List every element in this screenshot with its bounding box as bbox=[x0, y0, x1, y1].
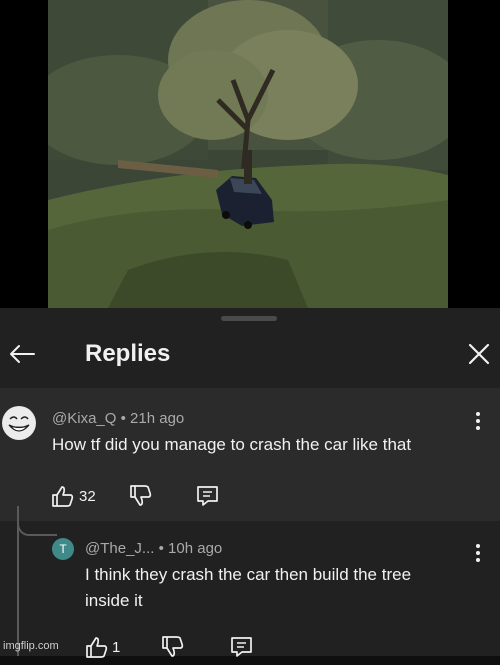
close-icon bbox=[468, 343, 490, 365]
parent-comment: @Kixa_Q • 21h ago How tf did you manage … bbox=[0, 388, 500, 521]
reply-more-button[interactable] bbox=[470, 542, 486, 564]
meta-separator: • bbox=[120, 410, 126, 427]
replies-header: Replies bbox=[0, 326, 500, 384]
reply-text-line: inside it bbox=[85, 591, 143, 610]
video-area[interactable] bbox=[0, 0, 500, 308]
reply-text: I think they crash the car then build th… bbox=[85, 562, 411, 614]
troll-face-avatar-icon bbox=[3, 407, 35, 439]
thumbs-down-icon bbox=[162, 636, 184, 657]
back-arrow-icon bbox=[10, 345, 35, 363]
video-thumbnail[interactable] bbox=[48, 0, 448, 308]
reply-time: 10h ago bbox=[168, 540, 223, 557]
drag-handle[interactable] bbox=[221, 316, 277, 321]
more-dot bbox=[476, 558, 480, 562]
reply-dislike-button[interactable] bbox=[160, 634, 186, 660]
meta-separator: • bbox=[158, 540, 164, 557]
more-vertical-icon bbox=[476, 412, 480, 416]
back-button[interactable] bbox=[4, 336, 40, 372]
close-button[interactable] bbox=[462, 336, 496, 372]
reply-avatar[interactable]: T bbox=[52, 538, 74, 560]
reply-comment-icon bbox=[231, 637, 252, 657]
thumbs-down-icon bbox=[130, 485, 152, 506]
comment-text: How tf did you manage to crash the car l… bbox=[52, 435, 412, 454]
reply-button[interactable] bbox=[195, 483, 221, 509]
more-dot bbox=[476, 419, 480, 423]
like-count: 32 bbox=[79, 488, 96, 505]
dislike-button[interactable] bbox=[128, 483, 154, 509]
reply-comment-icon bbox=[197, 486, 218, 506]
thread-line bbox=[17, 521, 19, 656]
comment-author[interactable]: @Kixa_Q bbox=[52, 410, 116, 427]
page-title: Replies bbox=[85, 340, 171, 367]
replies-panel: Replies @Kixa_Q • 21h ago How tf did you… bbox=[0, 308, 500, 658]
imgflip-watermark: imgflip.com bbox=[3, 640, 59, 652]
more-dot bbox=[476, 426, 480, 430]
reply-text-line: I think they crash the car then build th… bbox=[85, 565, 412, 584]
more-dot bbox=[476, 551, 480, 555]
reply-like-button[interactable] bbox=[84, 634, 110, 660]
video-scene-image bbox=[48, 0, 448, 308]
comment-time: 21h ago bbox=[130, 410, 185, 427]
thread-connector bbox=[17, 506, 57, 536]
reply-author[interactable]: @The_J... bbox=[85, 540, 154, 557]
reply-meta: @The_J... • 10h ago bbox=[85, 540, 222, 557]
comment-meta: @Kixa_Q • 21h ago bbox=[52, 410, 184, 427]
comment-more-button[interactable] bbox=[470, 410, 486, 432]
thumbs-up-icon bbox=[86, 637, 108, 658]
reply-like-count: 1 bbox=[112, 639, 121, 656]
avatar[interactable] bbox=[2, 406, 36, 440]
reply-reply-button[interactable] bbox=[229, 634, 255, 660]
more-vertical-icon bbox=[476, 544, 480, 548]
